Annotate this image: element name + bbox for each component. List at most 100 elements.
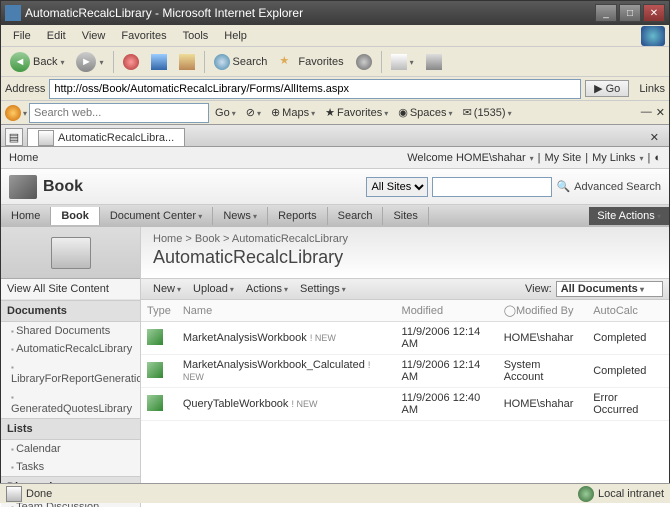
nav-tab-sites[interactable]: Sites bbox=[383, 207, 428, 225]
browser-tabbar: ▤ AutomaticRecalcLibra... ✕ bbox=[1, 125, 669, 147]
back-label: Back bbox=[33, 56, 57, 68]
refresh-button[interactable] bbox=[146, 50, 172, 74]
links-label[interactable]: Links bbox=[633, 83, 665, 95]
breadcrumb-area: Home > Book > AutomaticRecalcLibrary Aut… bbox=[141, 227, 669, 278]
sidebar: View All Site Content Documents Shared D… bbox=[1, 227, 141, 507]
site-icon bbox=[9, 175, 37, 199]
excel-icon bbox=[147, 395, 163, 411]
menu-help[interactable]: Help bbox=[216, 28, 255, 44]
nav-toolbar: ◄Back ► Search ★Favorites bbox=[1, 47, 669, 77]
tab-close-button[interactable]: ✕ bbox=[644, 129, 665, 146]
sidebar-icon-area bbox=[1, 227, 140, 279]
sb-automatic-recalc[interactable]: AutomaticRecalcLibrary bbox=[1, 340, 140, 358]
crumb-home[interactable]: Home bbox=[153, 233, 182, 245]
web-go-button[interactable]: Go bbox=[211, 106, 240, 120]
search-label: Search bbox=[233, 56, 268, 68]
msn-icon bbox=[5, 105, 21, 121]
print-button[interactable] bbox=[421, 50, 447, 74]
menu-favorites[interactable]: Favorites bbox=[113, 28, 174, 44]
stop-button[interactable] bbox=[118, 50, 144, 74]
address-input[interactable] bbox=[49, 79, 581, 99]
back-button[interactable]: ◄Back bbox=[5, 50, 69, 74]
maps-button[interactable]: ⊕ Maps bbox=[267, 105, 319, 120]
favorites-label: Favorites bbox=[298, 56, 343, 68]
list-toolbar: New Upload Actions Settings View: All Do… bbox=[141, 278, 669, 300]
table-row[interactable]: QueryTableWorkbook ! NEW11/9/2006 12:40 … bbox=[141, 388, 669, 421]
history-button[interactable] bbox=[351, 50, 377, 74]
sb-head-documents: Documents bbox=[1, 300, 140, 322]
new-tab-button[interactable]: ▤ bbox=[5, 128, 23, 146]
home-button[interactable] bbox=[174, 50, 200, 74]
menu-tools[interactable]: Tools bbox=[175, 28, 217, 44]
browser-tab[interactable]: AutomaticRecalcLibra... bbox=[27, 128, 185, 146]
doc-modified-by: HOME\shahar bbox=[498, 388, 587, 421]
favorites-button[interactable]: ★Favorites bbox=[274, 50, 348, 74]
settings-button[interactable]: Settings bbox=[294, 281, 352, 297]
minimize-button[interactable]: _ bbox=[595, 4, 617, 22]
nav-tab-book[interactable]: Book bbox=[51, 207, 100, 225]
link-favorites-button[interactable]: ★ Favorites bbox=[321, 105, 392, 120]
new-button[interactable]: New bbox=[147, 281, 187, 297]
sp-search-input[interactable] bbox=[432, 177, 552, 197]
menu-view[interactable]: View bbox=[74, 28, 114, 44]
msn-dropdown[interactable] bbox=[23, 107, 27, 119]
sp-home-link[interactable]: Home bbox=[9, 152, 38, 164]
menu-edit[interactable]: Edit bbox=[39, 28, 74, 44]
sb-library-report[interactable]: LibraryForReportGeneration bbox=[1, 358, 140, 388]
sp-search-go-icon[interactable]: 🔍 bbox=[556, 180, 570, 193]
help-icon[interactable]: ◐ bbox=[654, 152, 661, 164]
view-dropdown[interactable]: All Documents bbox=[556, 281, 663, 297]
nav-tab-document-center[interactable]: Document Center bbox=[100, 207, 213, 225]
sb-generated-quotes[interactable]: GeneratedQuotesLibrary bbox=[1, 388, 140, 418]
nav-tab-home[interactable]: Home bbox=[1, 207, 51, 225]
excel-icon bbox=[147, 362, 163, 378]
toolbar-x-icon[interactable]: ✕ bbox=[656, 106, 665, 119]
actions-button[interactable]: Actions bbox=[240, 281, 294, 297]
mylinks-dropdown[interactable] bbox=[639, 152, 643, 164]
col-name[interactable]: Name bbox=[177, 300, 396, 322]
forward-button[interactable]: ► bbox=[71, 50, 108, 74]
search-scope-select[interactable]: All Sites bbox=[366, 177, 428, 197]
table-row[interactable]: MarketAnalysisWorkbook_Calculated ! NEW1… bbox=[141, 355, 669, 388]
search-button[interactable]: Search bbox=[209, 50, 273, 74]
doc-name[interactable]: MarketAnalysisWorkbook_Calculated bbox=[183, 359, 365, 371]
nav-tab-news[interactable]: News bbox=[213, 207, 268, 225]
nav-tab-search[interactable]: Search bbox=[328, 207, 384, 225]
doc-name[interactable]: MarketAnalysisWorkbook bbox=[183, 332, 307, 344]
web-search-input[interactable] bbox=[29, 103, 209, 123]
welcome-text: Welcome HOME\shahar bbox=[407, 152, 525, 164]
mylinks-link[interactable]: My Links bbox=[592, 152, 635, 164]
menu-bar: File Edit View Favorites Tools Help bbox=[1, 25, 669, 47]
doc-status: Error Occurred bbox=[587, 388, 669, 421]
advanced-search-link[interactable]: Advanced Search bbox=[574, 181, 661, 193]
doc-status: Completed bbox=[587, 322, 669, 355]
col-type[interactable]: Type bbox=[141, 300, 177, 322]
doc-modified: 11/9/2006 12:40 AM bbox=[396, 388, 498, 421]
col-modified[interactable]: Modified bbox=[396, 300, 498, 322]
mysite-link[interactable]: My Site bbox=[545, 152, 582, 164]
page-icon bbox=[38, 130, 54, 146]
sb-shared-documents[interactable]: Shared Documents bbox=[1, 322, 140, 340]
go-button[interactable]: ▶ Go bbox=[585, 80, 629, 97]
mail-count-button[interactable]: ✉ (1535) bbox=[459, 105, 516, 120]
blocked-button[interactable]: ⊘ bbox=[242, 105, 265, 120]
spaces-button[interactable]: ◉ Spaces bbox=[394, 105, 456, 120]
sb-calendar[interactable]: Calendar bbox=[1, 440, 140, 458]
upload-button[interactable]: Upload bbox=[187, 281, 240, 297]
mail-button[interactable] bbox=[386, 50, 419, 74]
sb-tasks[interactable]: Tasks bbox=[1, 458, 140, 476]
toolbar-close-icon[interactable]: — bbox=[641, 106, 652, 119]
welcome-dropdown[interactable] bbox=[530, 152, 534, 164]
col-autocalc[interactable]: AutoCalc bbox=[587, 300, 669, 322]
menu-file[interactable]: File bbox=[5, 28, 39, 44]
col-modified-by[interactable]: ◯Modified By bbox=[498, 300, 587, 322]
crumb-book[interactable]: Book bbox=[195, 233, 220, 245]
doc-name[interactable]: QueryTableWorkbook bbox=[183, 398, 289, 410]
table-row[interactable]: MarketAnalysisWorkbook ! NEW11/9/2006 12… bbox=[141, 322, 669, 355]
site-actions-button[interactable]: Site Actions bbox=[589, 207, 669, 225]
maximize-button[interactable]: □ bbox=[619, 4, 641, 22]
doc-modified: 11/9/2006 12:14 AM bbox=[396, 355, 498, 388]
close-button[interactable]: ✕ bbox=[643, 4, 665, 22]
nav-tab-reports[interactable]: Reports bbox=[268, 207, 328, 225]
view-all-content-link[interactable]: View All Site Content bbox=[1, 279, 140, 300]
